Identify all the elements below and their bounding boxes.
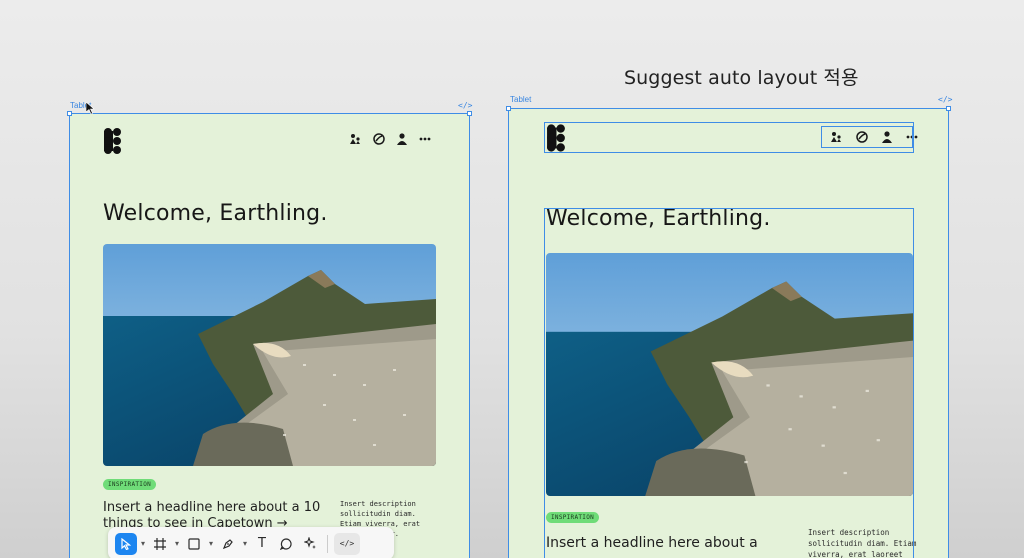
user-icon[interactable] bbox=[397, 133, 407, 145]
caption-text: Suggest auto layout 적용 bbox=[624, 67, 859, 89]
tablet-frame-right[interactable]: Welcome, Earthling. INSPIRATION Insert a… bbox=[508, 108, 949, 558]
text-icon: T bbox=[258, 536, 266, 551]
comment-tool-button[interactable] bbox=[275, 533, 297, 555]
pen-icon bbox=[222, 538, 233, 549]
code-icon-right[interactable]: </> bbox=[938, 95, 952, 104]
brand-logo bbox=[546, 124, 567, 152]
more-icon[interactable] bbox=[419, 137, 431, 141]
chevron-down-icon[interactable]: ▾ bbox=[207, 539, 215, 548]
resize-handle[interactable] bbox=[946, 106, 951, 111]
frame-icon bbox=[154, 537, 166, 550]
chevron-down-icon[interactable]: ▾ bbox=[173, 539, 181, 548]
rectangle-icon bbox=[188, 537, 200, 550]
nav-icons bbox=[826, 129, 922, 145]
dev-mode-toggle[interactable]: </> bbox=[334, 532, 360, 555]
frame-tool-button[interactable] bbox=[149, 533, 171, 555]
globe-icon[interactable] bbox=[373, 133, 385, 145]
actions-tool-button[interactable] bbox=[299, 533, 321, 555]
mouse-cursor-icon bbox=[85, 101, 95, 119]
cursor-arrow-icon bbox=[121, 537, 131, 550]
design-toolbar: ▾ ▾ ▾ ▾ T </> bbox=[108, 527, 394, 558]
more-icon[interactable] bbox=[906, 135, 918, 139]
inspiration-tag[interactable]: INSPIRATION bbox=[546, 512, 600, 523]
inspiration-tag[interactable]: INSPIRATION bbox=[103, 479, 157, 490]
welcome-heading: Welcome, Earthling. bbox=[103, 201, 328, 226]
globe-icon[interactable] bbox=[856, 131, 868, 143]
resize-handle[interactable] bbox=[506, 106, 511, 111]
text-tool-button[interactable]: T bbox=[251, 533, 273, 555]
capetown-photo bbox=[103, 244, 436, 466]
sparkle-icon bbox=[303, 537, 316, 549]
code-icon-left[interactable]: </> bbox=[458, 101, 472, 110]
toolbar-divider bbox=[327, 534, 328, 553]
welcome-heading: Welcome, Earthling. bbox=[546, 206, 771, 231]
move-tool-button[interactable] bbox=[115, 532, 137, 555]
article-headline[interactable]: Insert a headline here about a bbox=[546, 535, 786, 553]
chevron-down-icon[interactable]: ▾ bbox=[139, 539, 147, 548]
nav-icons bbox=[349, 133, 431, 145]
tablet-frame-left[interactable]: Welcome, Earthling. INSPIRATION Insert a… bbox=[69, 113, 470, 558]
frame-label-right[interactable]: Tablet bbox=[510, 95, 531, 104]
article-description: Insert description sollicitudin diam. Et… bbox=[808, 528, 917, 558]
people-icon[interactable] bbox=[349, 133, 361, 145]
chevron-down-icon[interactable]: ▾ bbox=[241, 539, 249, 548]
resize-handle[interactable] bbox=[467, 111, 472, 116]
pen-tool-button[interactable] bbox=[217, 533, 239, 555]
comment-icon bbox=[280, 537, 292, 550]
resize-handle[interactable] bbox=[67, 111, 72, 116]
canvas: Suggest auto layout 적용 Tablet </> Tablet… bbox=[0, 0, 1024, 558]
people-icon[interactable] bbox=[830, 131, 842, 143]
brand-logo bbox=[103, 128, 123, 154]
user-icon[interactable] bbox=[882, 131, 892, 143]
capetown-photo bbox=[546, 253, 913, 496]
shape-tool-button[interactable] bbox=[183, 533, 205, 555]
